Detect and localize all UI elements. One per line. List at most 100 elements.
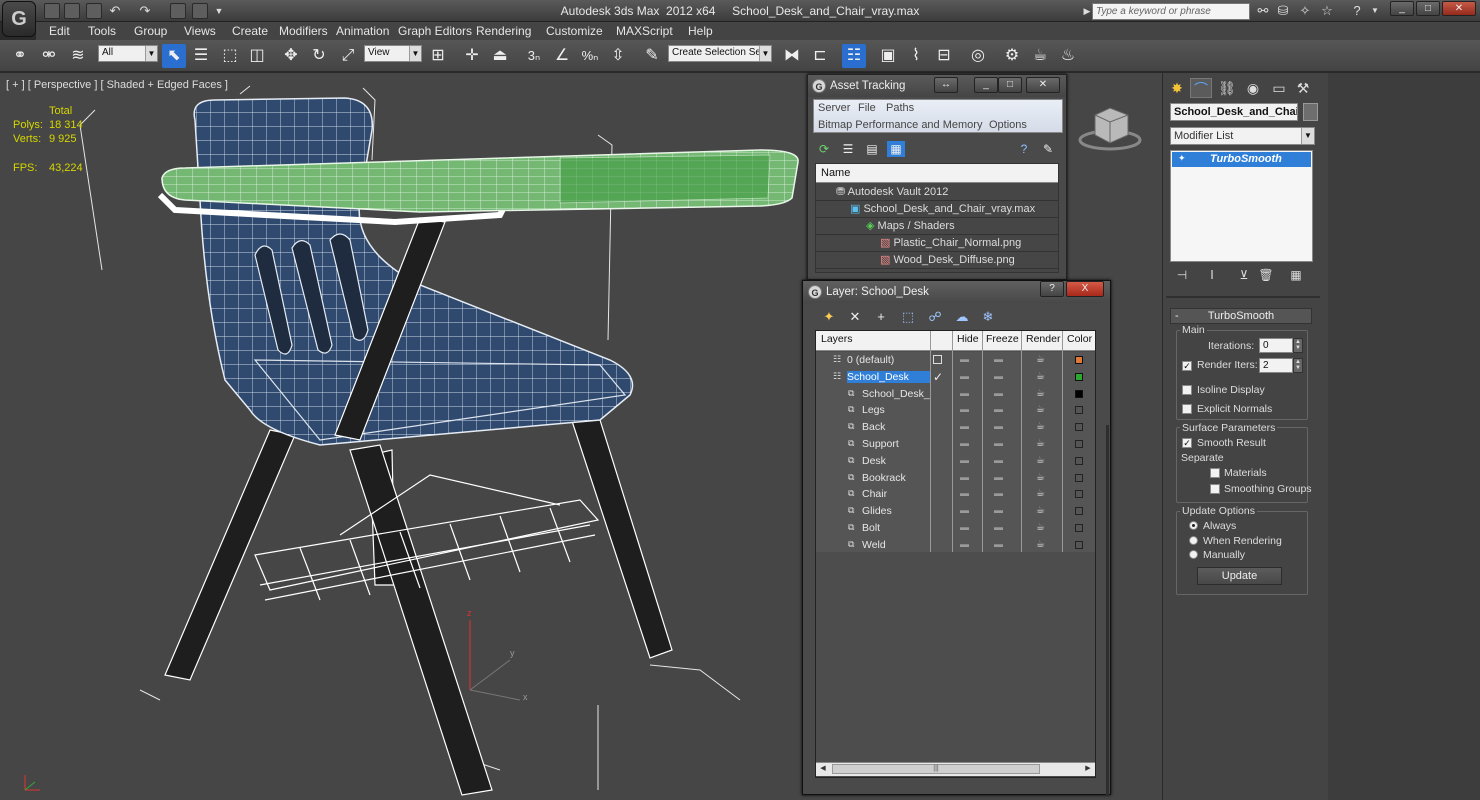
named-selection-set-dropdown[interactable]: Create Selection Se ▼: [668, 45, 772, 62]
layer-name[interactable]: Support: [862, 438, 930, 450]
remove-modifier-icon[interactable]: 🗑: [1256, 268, 1276, 284]
workspace-icon[interactable]: [192, 3, 208, 19]
edit-named-selection-icon[interactable]: ✎: [640, 44, 664, 68]
asset-row-plastic-chair[interactable]: ▧ Plastic_Chair_Normal.png: [880, 235, 1021, 251]
menu-tools[interactable]: Tools: [88, 24, 116, 38]
layer-color-swatch[interactable]: [1075, 390, 1083, 398]
render-teapot-icon[interactable]: ☕: [1036, 455, 1045, 466]
create-layer-icon[interactable]: ✦: [820, 308, 838, 326]
menu-modifiers[interactable]: Modifiers: [279, 24, 328, 38]
make-unique-icon[interactable]: ⊻: [1234, 268, 1254, 284]
material-editor-icon[interactable]: ◎: [966, 44, 990, 68]
layer-name[interactable]: School_Desk: [847, 371, 930, 383]
render-teapot-icon[interactable]: ☕: [1036, 472, 1045, 483]
hide-toggle[interactable]: ▬: [960, 522, 969, 532]
asset-maximize-button[interactable]: □: [998, 77, 1022, 93]
always-radio[interactable]: [1189, 521, 1198, 530]
dock-arrows-icon[interactable]: ↔: [934, 77, 958, 93]
hide-toggle[interactable]: ▬: [960, 404, 969, 414]
asset-close-button[interactable]: ✕: [1026, 77, 1060, 93]
layer-color-swatch[interactable]: [1075, 474, 1083, 482]
freeze-toggle[interactable]: ▬: [994, 438, 1003, 448]
scroll-right-icon[interactable]: ▶: [1083, 764, 1093, 774]
layer-name[interactable]: Legs: [862, 404, 930, 416]
menu-maxscript[interactable]: MAXScript: [616, 24, 673, 38]
menu-customize[interactable]: Customize: [546, 24, 603, 38]
redo-icon[interactable]: ↷: [136, 3, 154, 19]
angle-snap-icon[interactable]: ∠: [550, 44, 574, 68]
app-logo-button[interactable]: G: [2, 1, 36, 37]
render-teapot-icon[interactable]: ☕: [1036, 488, 1045, 499]
hide-toggle[interactable]: ▬: [960, 438, 969, 448]
freeze-unfreeze-all-icon[interactable]: ❄: [979, 308, 997, 326]
smoothing-groups-checkbox[interactable]: [1210, 484, 1220, 494]
hide-unhide-all-icon[interactable]: ☁: [953, 308, 971, 326]
freeze-toggle[interactable]: ▬: [994, 455, 1003, 465]
select-manipulate-icon[interactable]: ✛: [460, 44, 484, 68]
smooth-result-checkbox[interactable]: ✓: [1182, 438, 1192, 448]
layer-manager-icon[interactable]: ☷: [842, 44, 866, 68]
freeze-toggle[interactable]: ▬: [994, 371, 1003, 381]
search-input[interactable]: Type a keyword or phrase: [1092, 3, 1250, 20]
layer-color-swatch[interactable]: [1075, 524, 1083, 532]
layer-name[interactable]: Back: [862, 421, 930, 433]
isoline-display-checkbox[interactable]: [1182, 385, 1192, 395]
show-end-result-icon[interactable]: Ⅰ: [1202, 268, 1222, 284]
bind-space-warp-icon[interactable]: ≋: [66, 44, 90, 68]
hide-toggle[interactable]: ▬: [960, 388, 969, 398]
freeze-toggle[interactable]: ▬: [994, 472, 1003, 482]
menu-graph-editors[interactable]: Graph Editors: [398, 24, 472, 38]
refresh-icon[interactable]: ⟳: [815, 141, 833, 157]
select-highlighted-icon[interactable]: ⬚: [899, 308, 917, 326]
scroll-left-icon[interactable]: ◀: [818, 764, 828, 774]
help-dropdown-icon[interactable]: ▼: [1366, 3, 1384, 19]
render-teapot-icon[interactable]: ☕: [1036, 371, 1045, 382]
undo-icon[interactable]: ↶: [106, 3, 124, 19]
asset-row-wood-desk[interactable]: ▧ Wood_Desk_Diffuse.png: [880, 252, 1015, 268]
mirror-icon[interactable]: ⧓: [780, 44, 804, 68]
motion-tab-icon[interactable]: ◉: [1242, 78, 1264, 98]
current-layer-checkbox[interactable]: [933, 355, 942, 364]
menu-edit[interactable]: Edit: [49, 24, 70, 38]
save-file-icon[interactable]: [86, 3, 102, 19]
hide-toggle[interactable]: ▬: [960, 421, 969, 431]
hide-toggle[interactable]: ▬: [960, 371, 969, 381]
freeze-toggle[interactable]: ▬: [994, 505, 1003, 515]
layer-name[interactable]: Glides: [862, 505, 930, 517]
rendered-frame-window-icon[interactable]: ☕: [1028, 44, 1052, 68]
highlight-selected-icon[interactable]: ☍: [926, 308, 944, 326]
layer-color-swatch[interactable]: [1075, 457, 1083, 465]
select-object-icon[interactable]: ⬉: [162, 44, 186, 68]
layer-name[interactable]: Bookrack: [862, 472, 930, 484]
spinner-arrows-icon[interactable]: ▲ ▼: [1293, 338, 1303, 353]
rectangular-selection-icon[interactable]: ⬚: [218, 44, 242, 68]
select-and-move-icon[interactable]: ✥: [279, 44, 303, 68]
active-layer-check-icon[interactable]: ✓: [933, 370, 943, 384]
minimize-button[interactable]: _: [1390, 1, 1414, 16]
iterations-spinner[interactable]: 0 ▲ ▼: [1259, 338, 1303, 353]
hide-toggle[interactable]: ▬: [960, 472, 969, 482]
freeze-toggle[interactable]: ▬: [994, 404, 1003, 414]
col-render[interactable]: Render: [1026, 333, 1060, 345]
render-teapot-icon[interactable]: ☕: [1036, 505, 1045, 516]
communication-icon[interactable]: ✧: [1296, 3, 1314, 19]
asset-settings-icon[interactable]: ✎: [1039, 141, 1057, 157]
layer-color-swatch[interactable]: [1075, 423, 1083, 431]
object-color-swatch[interactable]: [1303, 103, 1318, 121]
layer-name[interactable]: Weld: [862, 539, 930, 551]
new-file-icon[interactable]: [44, 3, 60, 19]
window-crossing-icon[interactable]: ◫: [245, 44, 269, 68]
render-teapot-icon[interactable]: ☕: [1036, 354, 1045, 365]
favorites-star-icon[interactable]: ☆: [1318, 3, 1336, 19]
subscription-icon[interactable]: ⛁: [1274, 3, 1292, 19]
hide-toggle[interactable]: ▬: [960, 354, 969, 364]
asset-menu-server[interactable]: Server: [818, 102, 850, 114]
menu-group[interactable]: Group: [134, 24, 167, 38]
asset-minimize-button[interactable]: _: [974, 77, 998, 93]
delete-layer-icon[interactable]: ✕: [846, 308, 864, 326]
asset-name-header[interactable]: Name: [816, 164, 1058, 183]
menu-help[interactable]: Help: [688, 24, 713, 38]
freeze-toggle[interactable]: ▬: [994, 354, 1003, 364]
binoculars-icon[interactable]: ⚯: [1254, 3, 1272, 19]
when-rendering-radio[interactable]: [1189, 536, 1198, 545]
